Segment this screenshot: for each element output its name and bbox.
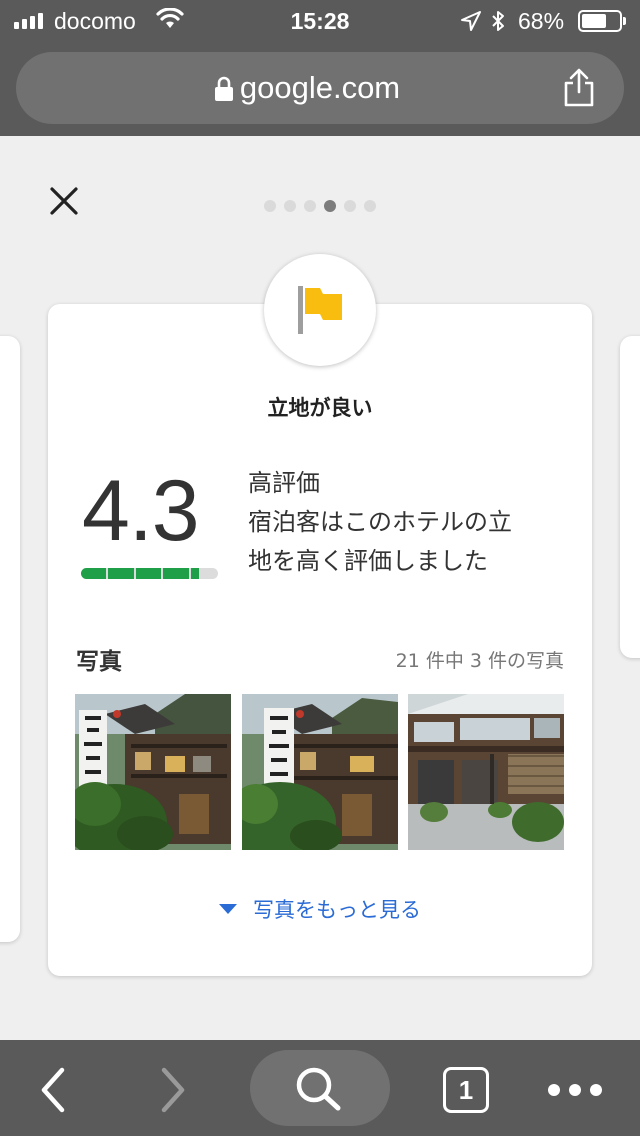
back-icon[interactable] [38, 1066, 68, 1118]
battery-percent: 68% [518, 8, 565, 34]
more-photos-link[interactable]: 写真をもっと見る [48, 894, 592, 924]
pager-dot [284, 200, 296, 212]
address-bar[interactable]: google.com [16, 52, 624, 124]
category-title: 立地が良い [267, 396, 373, 420]
share-icon[interactable] [561, 68, 597, 112]
bluetooth-icon [490, 9, 506, 38]
browser-header: google.com [0, 40, 640, 136]
battery-icon [578, 10, 626, 32]
pager-dot [364, 200, 376, 212]
score-bar-segment [190, 568, 199, 579]
search-icon [296, 1067, 341, 1111]
rating-label: 高評価 [248, 469, 320, 497]
battery-level [582, 14, 606, 28]
url-text: google.com [239, 70, 401, 105]
tabs-icon[interactable]: 1 [443, 1067, 489, 1113]
pager-dot [324, 200, 336, 212]
forward-icon[interactable] [158, 1066, 188, 1118]
score-bar-segment [81, 568, 107, 579]
rating-card: 立地が良い 4.3 高評価 宿泊客はこのホテルの立 地を高く評価しました 写真 2… [48, 304, 592, 976]
category-badge [264, 254, 376, 366]
score-bar [81, 568, 218, 579]
more-photos-label: 写真をもっと見る [253, 898, 421, 922]
score-value: 4.3 [82, 463, 200, 559]
hotel-photo-3[interactable] [408, 694, 564, 850]
hotel-photo-2[interactable] [242, 694, 398, 850]
score-bar-segment [163, 568, 189, 579]
location-icon [460, 10, 482, 37]
pager-dot [264, 200, 276, 212]
bottom-toolbar: 1 [0, 1040, 640, 1136]
close-icon[interactable] [48, 185, 80, 217]
photos-count: 21 件中 3 件の写真 [395, 650, 564, 672]
rating-description: 宿泊客はこのホテルの立 地を高く評価しました [248, 508, 512, 575]
carousel-pager [264, 200, 376, 212]
triangle-down-icon [219, 904, 237, 914]
next-card[interactable] [620, 336, 640, 658]
hotel-photo-1[interactable] [75, 694, 231, 850]
flag-icon [298, 286, 342, 334]
rating-text: 高評価 宿泊客はこのホテルの立 地を高く評価しました [248, 464, 578, 581]
photos-title: 写真 [76, 649, 122, 675]
pager-dot [344, 200, 356, 212]
search-button[interactable] [250, 1050, 390, 1126]
score-bar-segment [108, 568, 134, 579]
previous-card[interactable] [0, 336, 20, 942]
score-bar-segment [135, 568, 162, 579]
status-bar: docomo 15:28 68% [0, 0, 640, 40]
pager-dot [304, 200, 316, 212]
more-icon[interactable] [548, 1084, 602, 1096]
